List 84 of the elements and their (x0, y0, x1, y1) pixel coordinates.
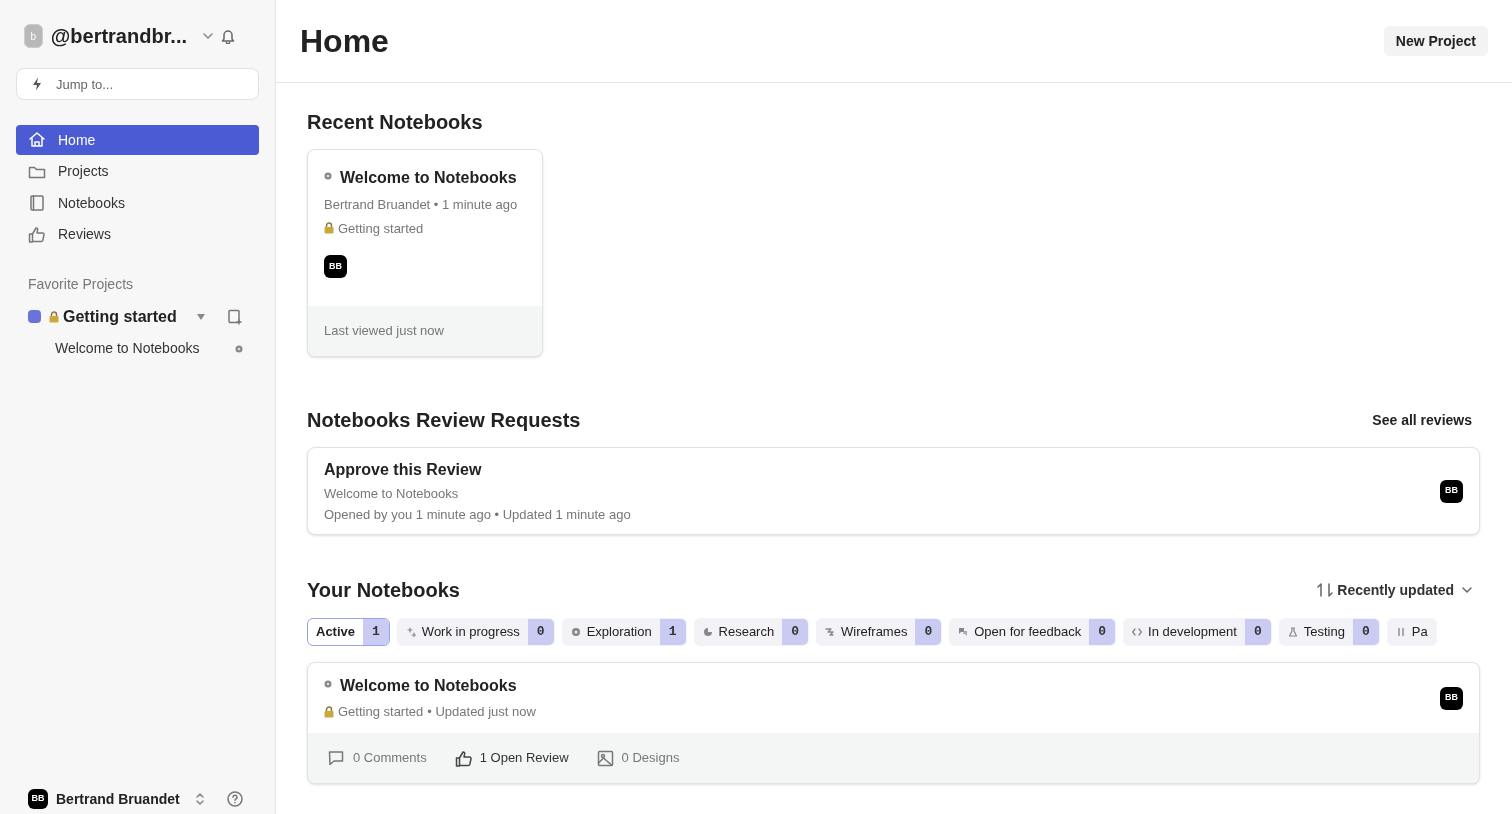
username[interactable]: @bertrandbr... (50, 21, 187, 51)
filter-tab[interactable]: Pa (1386, 618, 1437, 646)
home-icon (28, 131, 46, 149)
new-notebook-icon[interactable] (227, 308, 243, 325)
nav-item[interactable]: Projects (16, 156, 259, 187)
review-title: Approve this Review (324, 459, 483, 480)
notebook-title: Welcome to Notebooks (340, 676, 517, 697)
review-meta: Opened by you 1 minute ago • Updated 1 minute ago (324, 506, 631, 524)
stat-text: 1 Open Review (479, 749, 569, 768)
project-link[interactable]: Getting started (63, 304, 177, 329)
notebook-link[interactable]: Welcome to Notebooks (55, 338, 200, 359)
nav-item[interactable]: Reviews (16, 219, 259, 250)
updated-text: • Updated just now (427, 703, 536, 722)
last-viewed-text: Last viewed just now (324, 322, 444, 341)
section-heading: Favorite Projects (27, 274, 135, 294)
dot-icon (570, 627, 581, 637)
count-badge: 0 (527, 619, 554, 645)
section-heading: Notebooks Review Requests (307, 408, 581, 433)
filter-tab[interactable]: Testing 0 (1278, 618, 1380, 646)
pie-icon (702, 627, 713, 637)
stat-text: 0 Comments (353, 749, 427, 768)
user-avatar: BB (1440, 686, 1463, 710)
stat-text: 0 Designs (621, 749, 680, 768)
thumb-icon (28, 225, 46, 244)
section-heading: Your Notebooks (307, 578, 460, 603)
status-dot-icon (235, 344, 243, 353)
filter-tab[interactable]: Wireframes 0 (816, 618, 943, 646)
nav-item[interactable]: Notebooks (16, 188, 259, 218)
status-dot-icon (324, 172, 332, 180)
filter-tab[interactable]: In development 0 (1123, 618, 1272, 646)
wire-icon (825, 627, 835, 637)
notebook-card[interactable]: Welcome to Notebooks Getting started • Updated just now BB 0 Comments 1 Open Review 0 Designs (307, 662, 1480, 784)
review-card[interactable]: Approve this Review Welcome to Notebooks Opened by you 1 minute ago • Updated 1 minute ago BB (307, 447, 1480, 535)
bell-icon[interactable] (221, 28, 235, 44)
chevron-down-icon (1462, 587, 1472, 593)
section-heading: Recent Notebooks (307, 110, 484, 135)
notebook-title: Welcome to Notebooks (340, 168, 517, 188)
image-icon (596, 749, 614, 767)
filter-tab[interactable]: Research 0 (693, 618, 809, 646)
user-avatar: b (24, 24, 43, 48)
project-name: Getting started (338, 703, 424, 722)
filter-tab[interactable]: Work in progress 0 (396, 618, 555, 646)
help-icon[interactable] (227, 791, 243, 807)
lightning-icon (32, 77, 42, 91)
sort-icon (1317, 583, 1334, 597)
user-name[interactable]: Bertrand Bruandet (56, 788, 180, 810)
chat-icon (958, 627, 969, 637)
notebook-name: Welcome to Notebooks (324, 484, 460, 503)
count-badge: 0 (1244, 619, 1271, 645)
see-all-reviews-link[interactable]: See all reviews (1372, 409, 1472, 431)
count-badge: 0 (782, 619, 808, 645)
lock-icon (49, 310, 59, 323)
count-badge: 1 (363, 619, 389, 645)
notebook-card[interactable]: Welcome to Notebooks Bertrand Bruandet • 1 minute ago Getting started BB Last viewed just now (307, 149, 543, 357)
chevron-down-icon[interactable] (203, 33, 213, 39)
code-icon (1132, 627, 1143, 637)
caret-down-icon (196, 313, 205, 320)
filter-tab[interactable]: Open for feedback 0 (949, 618, 1117, 646)
notebook-meta: Bertrand Bruandet • 1 minute ago (324, 196, 519, 214)
user-avatar: BB (1440, 479, 1463, 503)
lock-icon (324, 222, 334, 235)
sort-dropdown[interactable]: Recently updated (1317, 579, 1472, 601)
project-name: Getting started (338, 219, 424, 238)
thumbs-up-icon (454, 749, 472, 767)
user-avatar: BB (324, 255, 347, 279)
notebook-icon (28, 194, 46, 212)
count-badge: 1 (659, 619, 686, 645)
count-badge: 0 (1089, 619, 1116, 645)
pause-icon (1395, 627, 1406, 637)
comment-icon (328, 749, 345, 767)
new-project-button[interactable]: New Project (1383, 26, 1488, 56)
count-badge: 0 (1352, 619, 1379, 645)
status-dot-icon (324, 680, 332, 689)
page-title: Home (300, 22, 389, 61)
lock-icon (324, 706, 334, 718)
count-badge: 0 (915, 619, 942, 645)
filter-tab[interactable]: Active 1 (307, 618, 390, 646)
filter-tab[interactable]: Exploration 1 (561, 618, 687, 646)
flask-icon (1287, 627, 1298, 637)
user-avatar: BB (28, 789, 48, 809)
nav-item[interactable]: Home (16, 125, 259, 155)
chevron-up-down-icon (195, 793, 204, 805)
sparkle-icon (405, 627, 416, 637)
search-field[interactable]: Jump to... (16, 68, 259, 100)
